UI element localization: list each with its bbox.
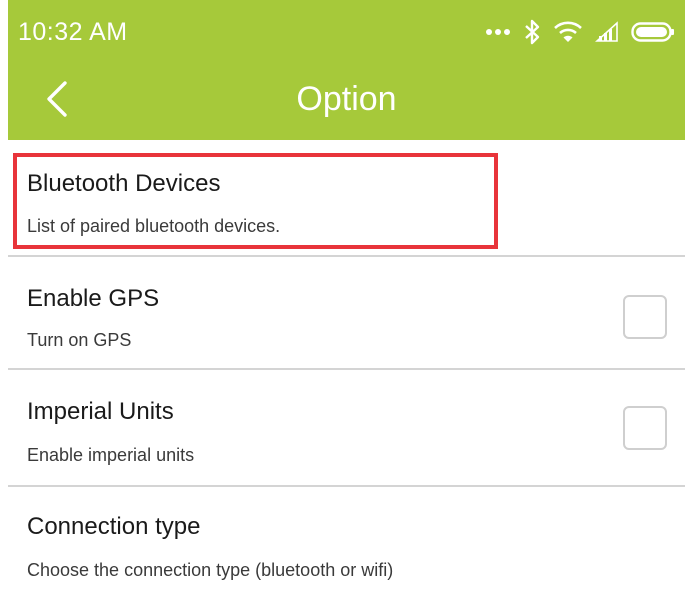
setting-imperial-units[interactable]: Imperial Units Enable imperial units — [8, 370, 685, 487]
setting-bluetooth-devices[interactable]: Bluetooth Devices List of paired bluetoo… — [8, 140, 685, 257]
settings-list: Bluetooth Devices List of paired bluetoo… — [8, 140, 685, 600]
battery-icon — [631, 21, 675, 43]
setting-subtitle: Enable imperial units — [27, 445, 195, 465]
status-bar: 10:32 AM — [8, 0, 685, 64]
status-time: 10:32 AM — [18, 18, 128, 46]
setting-subtitle: Turn on GPS — [27, 330, 132, 350]
setting-title: Imperial Units — [27, 398, 174, 425]
setting-enable-gps[interactable]: Enable GPS Turn on GPS — [8, 257, 685, 370]
setting-title: Connection type — [27, 513, 201, 540]
wifi-icon — [553, 20, 583, 44]
page-title: Option — [296, 80, 397, 118]
setting-subtitle: List of paired bluetooth devices. — [27, 216, 281, 236]
setting-title: Bluetooth Devices — [27, 170, 221, 197]
more-dots-icon — [485, 28, 511, 36]
bluetooth-icon — [523, 19, 541, 45]
status-icons — [485, 18, 675, 46]
signal-icon — [595, 21, 619, 43]
setting-subtitle: Choose the connection type (bluetooth or… — [27, 560, 394, 580]
enable-gps-checkbox[interactable] — [623, 295, 667, 339]
phone-screen: 10:32 AM Option Bluetooth Devices List o… — [8, 0, 685, 600]
app-bar: Option — [8, 64, 685, 140]
setting-connection-type[interactable]: Connection type Choose the connection ty… — [8, 487, 685, 600]
setting-title: Enable GPS — [27, 285, 160, 312]
imperial-units-checkbox[interactable] — [623, 406, 667, 450]
